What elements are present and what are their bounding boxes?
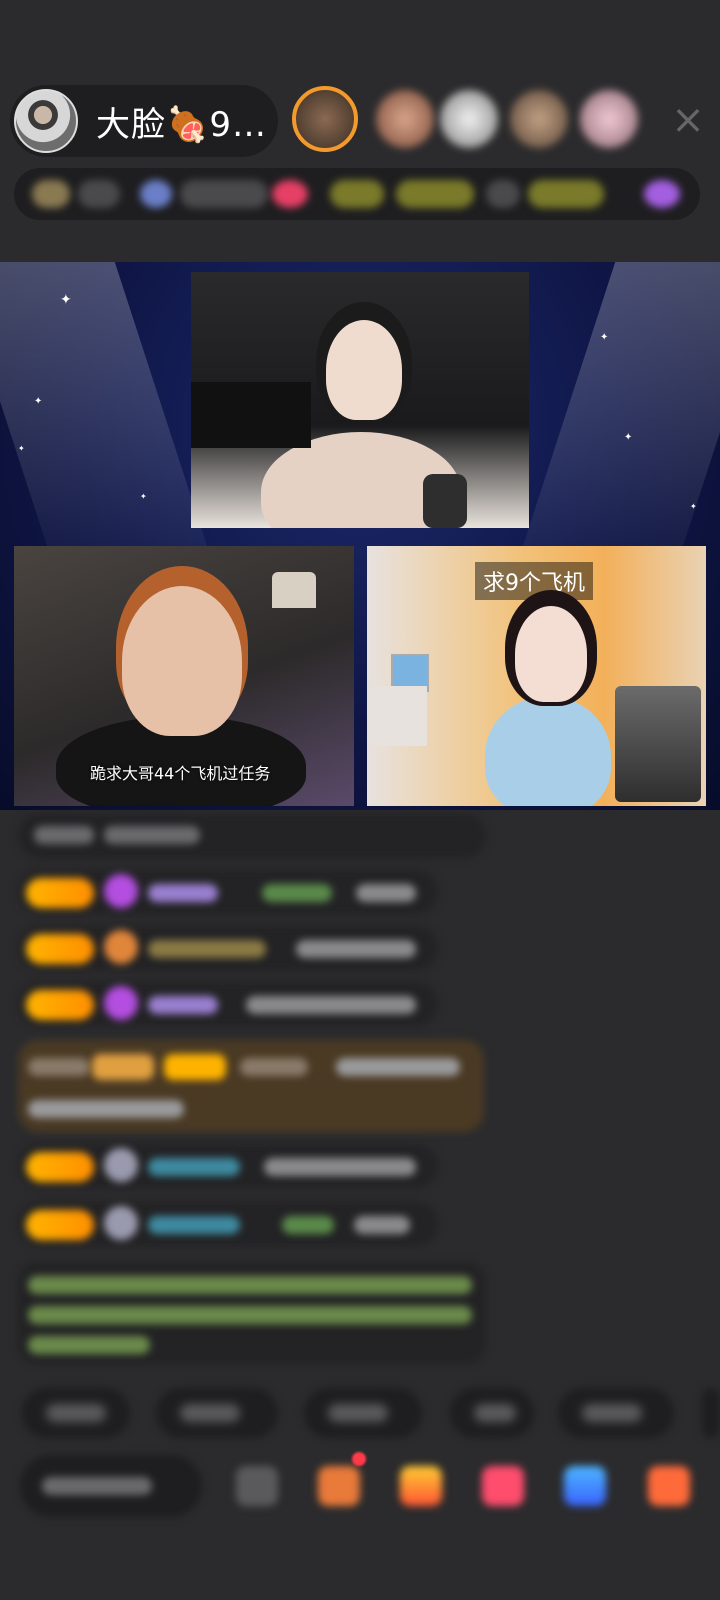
chat-input[interactable] [20,1455,202,1517]
live-stage[interactable]: ✦ ✦ ✦ ✦ ✦ ✦ ✦ 跪求大哥44个飞机过任务 求9个飞机 [0,262,720,810]
chat-text [34,826,94,844]
info-chip [644,180,680,208]
chat-text [246,996,416,1014]
info-chip [140,180,172,208]
star-icon: ✦ [60,292,72,308]
chat-username [148,1216,240,1234]
gem-icon [104,1206,138,1240]
level-badge [92,1054,154,1080]
level-badge [164,1054,226,1080]
chat-username [148,884,218,902]
notice-text [28,1336,150,1354]
chat-text [296,940,416,958]
left-feed-caption: 跪求大哥44个飞机过任务 [90,764,271,783]
chat-text [28,1100,184,1118]
chat-text [282,1216,334,1234]
video-feed-right[interactable]: 求9个飞机 [367,546,706,806]
viewer-avatar[interactable] [292,86,358,152]
host-info-pill[interactable]: 大脸🍖9… [10,85,278,157]
streamer-head [326,320,402,420]
host-avatar[interactable] [14,89,78,153]
plush-toy [615,686,701,802]
info-chip [330,180,384,208]
level-badge [26,878,94,908]
star-icon: ✦ [140,492,147,501]
video-feed-top[interactable] [191,272,529,528]
chat-text [336,1058,460,1076]
viewer-avatar[interactable] [376,90,434,148]
quick-reply-chip[interactable] [702,1388,720,1438]
emoji-icon[interactable] [236,1466,278,1506]
notification-dot [352,1452,366,1466]
star-icon: ✦ [600,332,609,343]
streamer-head [122,586,242,736]
right-feed-caption: 求9个飞机 [475,562,593,600]
gem-icon [104,874,138,908]
level-badge [26,1152,94,1182]
viewer-avatar[interactable] [440,90,498,148]
star-icon: ✦ [18,444,25,453]
info-chip [528,180,604,208]
star-icon: ✦ [34,396,43,407]
chat-text [28,1058,90,1076]
viewer-avatar[interactable] [510,90,568,148]
gem-icon [104,930,138,964]
chat-text [264,1158,416,1176]
lamp [272,572,316,608]
chat-text [356,884,416,902]
level-badge [26,1210,94,1240]
level-badge [26,934,94,964]
chat-text [354,1216,410,1234]
chat-text [104,826,200,844]
notice-text [28,1276,472,1294]
quick-reply-chip[interactable] [304,1388,422,1438]
gift-box-icon[interactable] [318,1466,360,1506]
game-icon[interactable] [564,1466,606,1506]
info-chip [78,180,120,208]
microphone [423,474,467,528]
more-apps-icon[interactable] [648,1466,690,1506]
info-chip [396,180,474,208]
chat-message-highlight[interactable] [18,1040,484,1132]
chat-text [262,884,332,902]
backdrop-sign [191,382,311,448]
info-chip [32,180,70,208]
quick-reply-chip[interactable] [22,1388,130,1438]
streamer-head [515,606,587,702]
host-name: 大脸🍖9… [96,104,267,145]
info-chip [272,180,308,208]
quick-reply-chip[interactable] [156,1388,278,1438]
close-icon[interactable]: × [668,100,708,140]
chat-username [148,1158,240,1176]
info-chip [180,180,268,208]
gift-icon[interactable] [400,1466,442,1506]
chat-text [240,1058,308,1076]
side-table [367,686,427,746]
viewer-avatar[interactable] [580,90,638,148]
video-feed-left[interactable]: 跪求大哥44个飞机过任务 [14,546,354,806]
gem-icon [104,986,138,1020]
gem-icon [104,1148,138,1182]
star-icon: ✦ [690,502,697,511]
notice-text [28,1306,472,1324]
quick-reply-chip[interactable] [450,1388,534,1438]
chat-username [148,996,218,1014]
star-icon: ✦ [624,432,633,443]
streamer-figure [485,696,611,806]
red-packet-icon[interactable] [482,1466,524,1506]
level-badge [26,990,94,1020]
info-chip [486,180,520,208]
chat-username [148,940,266,958]
quick-reply-chip[interactable] [558,1388,674,1438]
